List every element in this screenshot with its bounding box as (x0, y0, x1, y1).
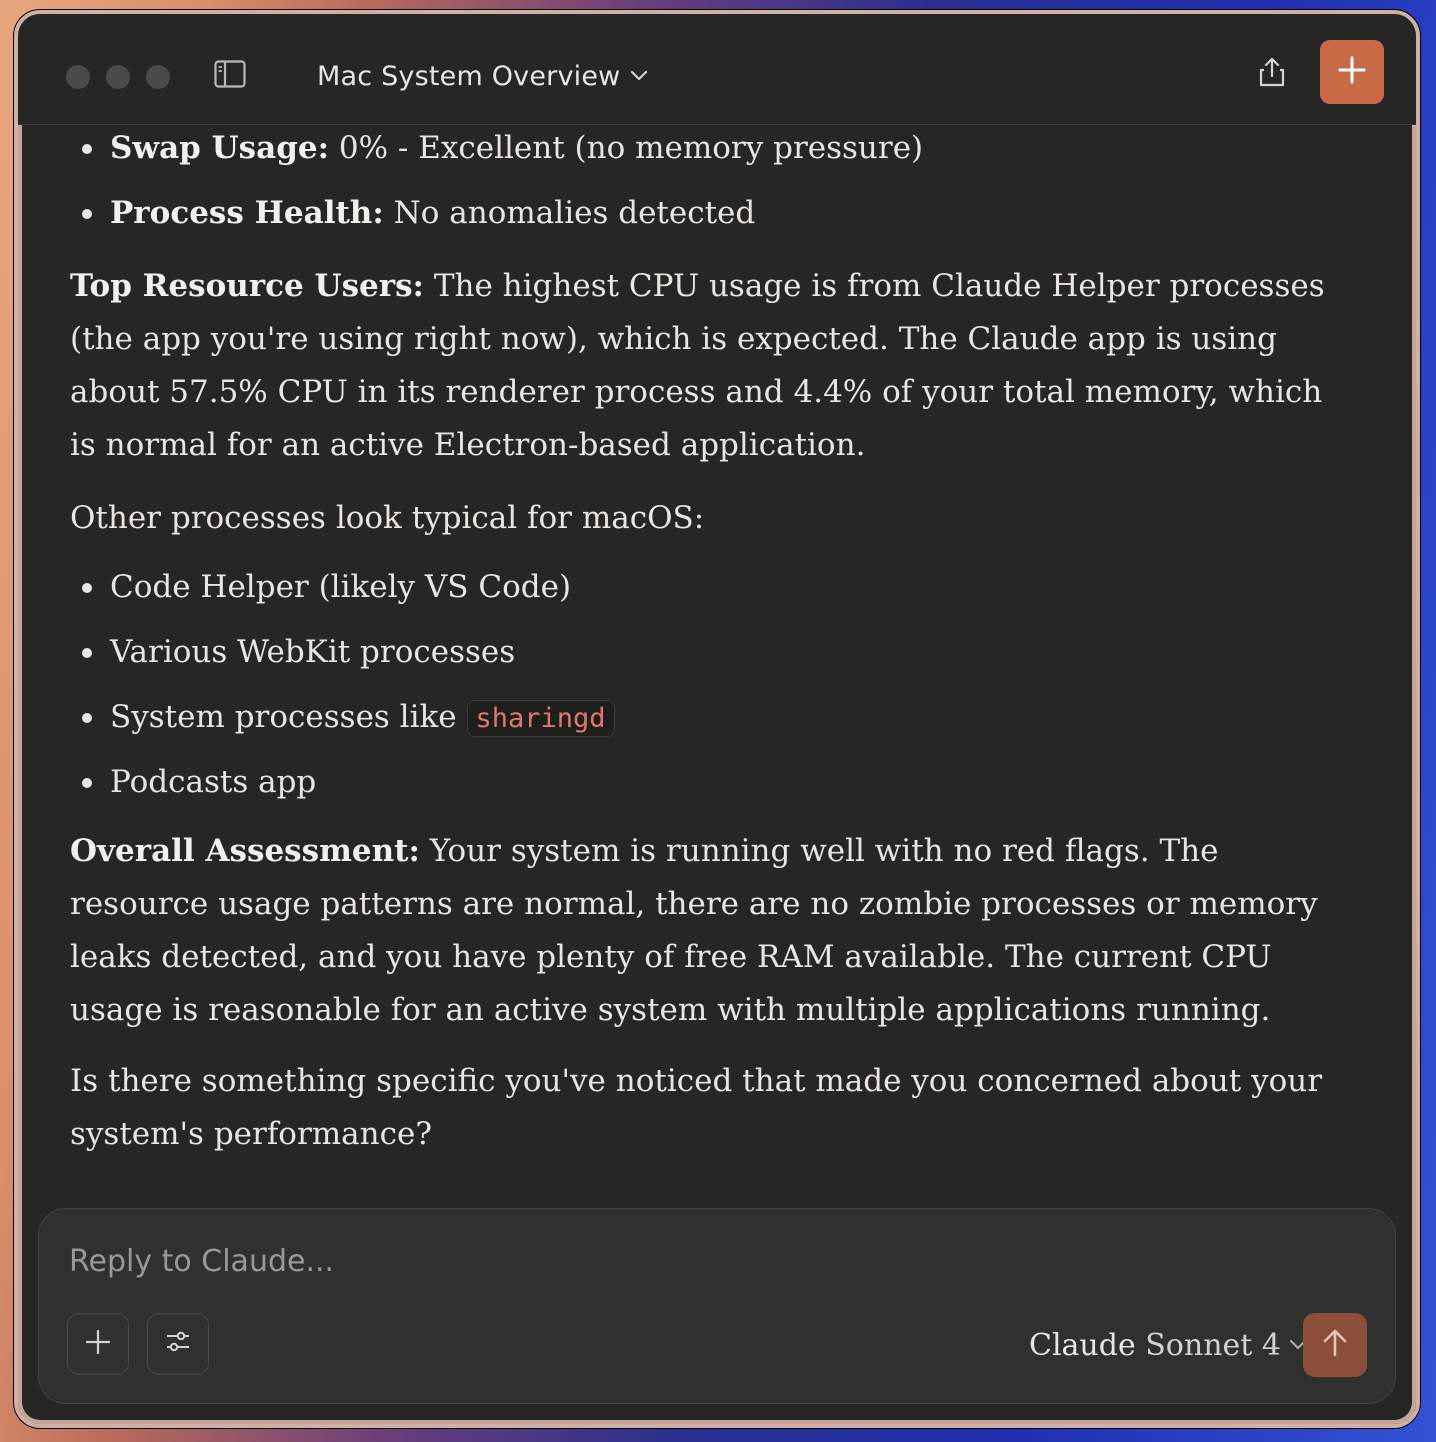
model-selector[interactable]: Claude Sonnet 4 (1029, 1323, 1307, 1367)
share-icon (1258, 56, 1286, 92)
health-bullet-list: Swap Usage: 0% - Excellent (no memory pr… (70, 120, 1350, 250)
inline-code: sharingd (466, 700, 615, 737)
reply-input[interactable] (67, 1237, 1271, 1285)
send-button[interactable] (1303, 1313, 1367, 1377)
tools-button[interactable] (147, 1313, 209, 1375)
close-window-button[interactable] (66, 65, 90, 89)
other-processes-intro: Other processes look typical for macOS: (70, 500, 705, 536)
title-bar: Mac System Overview (18, 14, 1416, 125)
plus-icon (1337, 55, 1367, 89)
minimize-window-button[interactable] (106, 65, 130, 89)
list-item: System processes like sharingd (70, 689, 1350, 754)
zoom-window-button[interactable] (146, 65, 170, 89)
overall-assessment-paragraph: Overall Assessment: Your system is runni… (70, 833, 1318, 1028)
list-item: Process Health: No anomalies detected (70, 185, 1350, 250)
list-item: Podcasts app (70, 754, 1350, 819)
plus-icon (85, 1329, 111, 1359)
share-button[interactable] (1250, 52, 1294, 96)
conversation-title-menu[interactable]: Mac System Overview (317, 54, 648, 98)
reply-composer: Claude Sonnet 4 (38, 1208, 1396, 1404)
new-chat-button[interactable] (1320, 40, 1384, 104)
other-processes-list: Code Helper (likely VS Code) Various Web… (70, 559, 1350, 819)
list-item: Code Helper (likely VS Code) (70, 559, 1350, 624)
attach-button[interactable] (67, 1313, 129, 1375)
closing-question: Is there something specific you've notic… (70, 1063, 1323, 1152)
conversation-title: Mac System Overview (317, 60, 621, 92)
sidebar-toggle-icon[interactable] (214, 60, 246, 88)
assistant-message: Swap Usage: 0% - Excellent (no memory pr… (70, 126, 1350, 1161)
top-resource-users-paragraph: Top Resource Users: The highest CPU usag… (70, 268, 1325, 463)
model-name: Claude Sonnet 4 (1029, 1327, 1281, 1363)
chevron-down-icon (630, 67, 648, 86)
list-item: Various WebKit processes (70, 624, 1350, 689)
sliders-icon (165, 1330, 191, 1358)
app-window: Mac System Overview Swap Usage: 0% - Exc… (14, 10, 1420, 1428)
arrow-up-icon (1322, 1328, 1348, 1362)
list-item: Swap Usage: 0% - Excellent (no memory pr… (70, 120, 1350, 185)
